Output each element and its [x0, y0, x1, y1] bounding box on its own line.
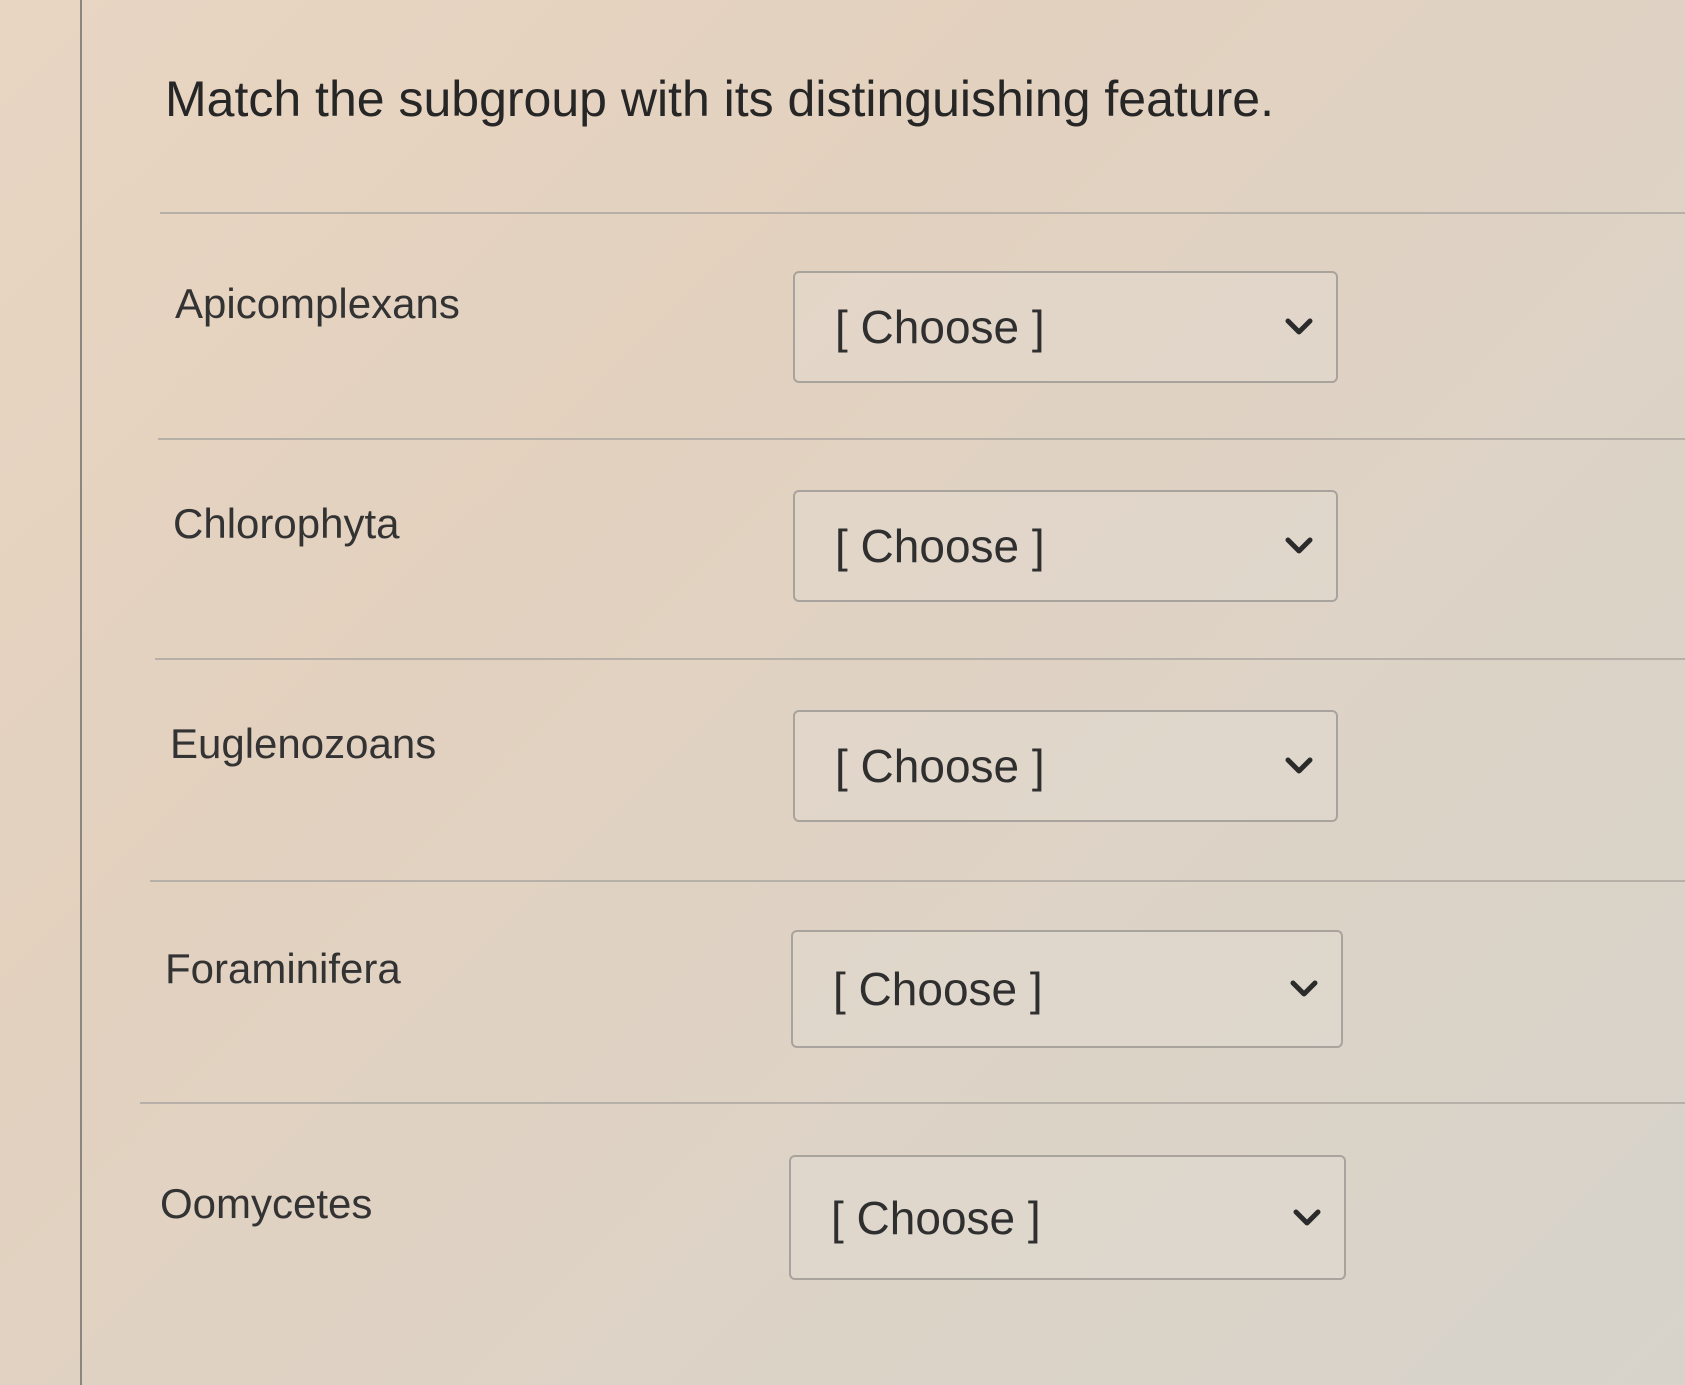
choose-select-apicomplexans[interactable]: [ Choose ] [793, 271, 1338, 383]
divider [160, 212, 1685, 214]
select-value: [ Choose ] [831, 1191, 1041, 1244]
choose-select-euglenozoans[interactable]: [ Choose ] [793, 710, 1338, 822]
divider [158, 438, 1685, 440]
chevron-down-icon [1284, 756, 1314, 776]
match-row-apicomplexans: Apicomplexans [ Choose ] [0, 255, 1685, 385]
chevron-down-icon [1289, 979, 1319, 999]
chevron-down-icon [1284, 536, 1314, 556]
select-value: [ Choose ] [835, 740, 1045, 792]
chevron-down-icon [1292, 1208, 1322, 1228]
choose-select-foraminifera[interactable]: [ Choose ] [791, 930, 1343, 1048]
row-label: Chlorophyta [173, 500, 400, 547]
chevron-down-icon [1284, 317, 1314, 337]
match-row-euglenozoans: Euglenozoans [ Choose ] [0, 695, 1685, 825]
row-label: Oomycetes [160, 1180, 373, 1227]
select-value: [ Choose ] [833, 963, 1043, 1015]
divider [140, 1102, 1685, 1104]
match-row-oomycetes: Oomycetes [ Choose ] [0, 1140, 1685, 1280]
select-value: [ Choose ] [835, 301, 1045, 353]
divider [155, 658, 1685, 660]
match-row-foraminifera: Foraminifera [ Choose ] [0, 915, 1685, 1048]
select-value: [ Choose ] [835, 520, 1045, 572]
row-label: Euglenozoans [170, 720, 437, 767]
row-label: Foraminifera [165, 945, 401, 992]
question-title: Match the subgroup with its distinguishi… [165, 71, 1274, 127]
choose-select-chlorophyta[interactable]: [ Choose ] [793, 490, 1338, 602]
row-label: Apicomplexans [175, 280, 460, 327]
divider [150, 880, 1685, 882]
match-row-chlorophyta: Chlorophyta [ Choose ] [0, 475, 1685, 605]
choose-select-oomycetes[interactable]: [ Choose ] [789, 1155, 1346, 1280]
